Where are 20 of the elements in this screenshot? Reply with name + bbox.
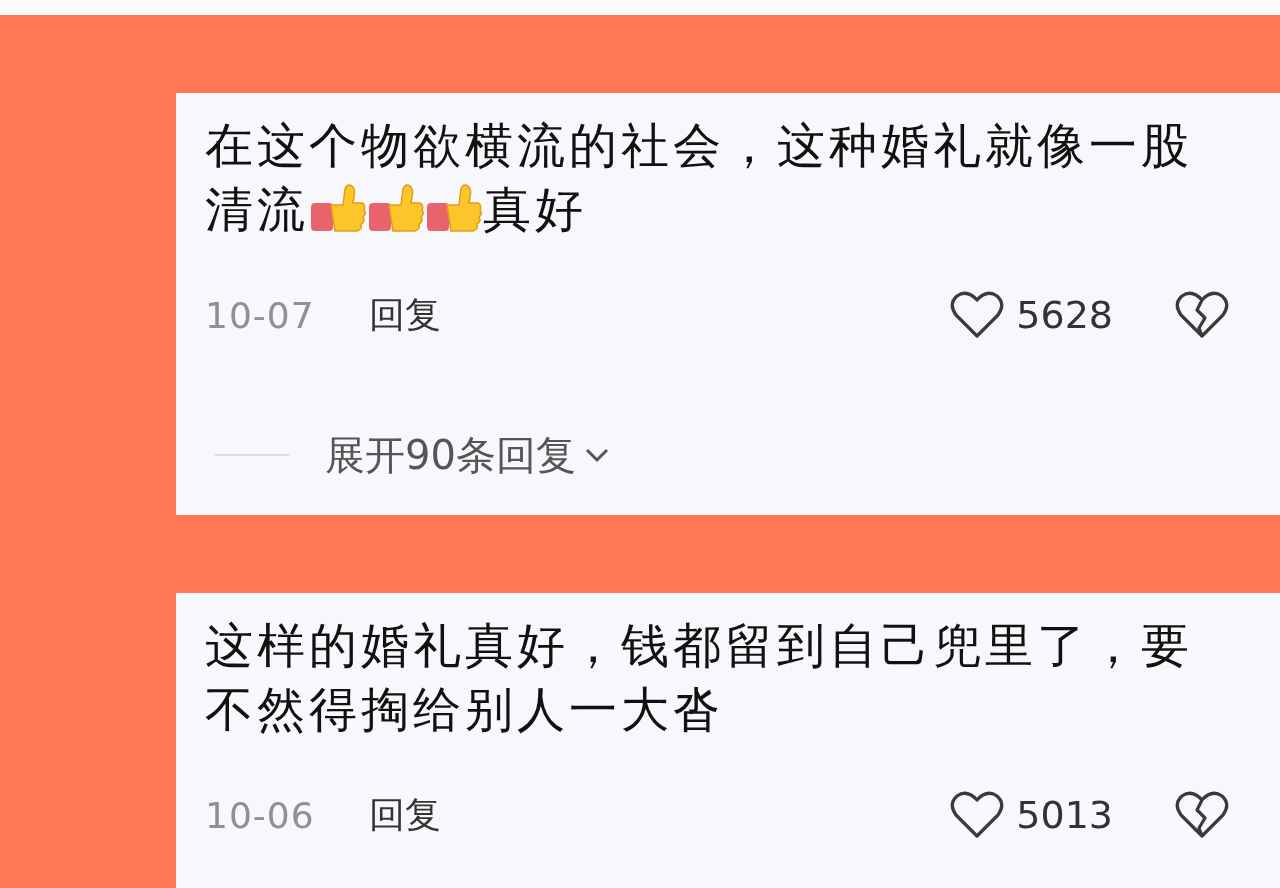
thumbs-up-icon <box>425 183 483 235</box>
like-count: 5013 <box>1016 793 1113 837</box>
broken-heart-icon[interactable] <box>1175 290 1229 340</box>
like-count: 5628 <box>1016 293 1113 337</box>
comment-text: 真好 <box>483 180 587 239</box>
comment-text: 这样的婚礼真好，钱都留到自己兜里了，要 <box>205 616 1193 675</box>
reply-button[interactable]: 回复 <box>368 790 441 840</box>
comment-date: 10-06 <box>205 794 315 836</box>
chevron-down-icon <box>583 447 610 463</box>
comment-text: 不然得掏给别人一大沓 <box>205 680 725 739</box>
heart-icon[interactable] <box>950 290 1005 340</box>
heart-icon[interactable] <box>950 790 1005 840</box>
comment-text: 在这个物欲横流的社会，这种婚礼就像一股 <box>205 116 1193 175</box>
thumbs-up-icon <box>309 183 367 235</box>
comment-date: 10-07 <box>205 294 315 336</box>
broken-heart-icon[interactable] <box>1175 790 1229 840</box>
expand-replies-button[interactable]: 展开90条回复 <box>325 427 610 483</box>
thumbs-up-icon <box>367 183 425 235</box>
reply-button[interactable]: 回复 <box>368 290 441 340</box>
comment-text: 清流 <box>205 180 309 239</box>
